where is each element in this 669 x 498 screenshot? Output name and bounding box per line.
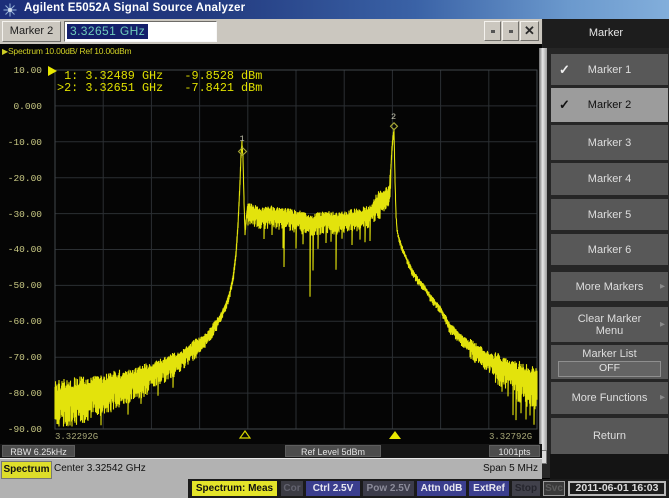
svg-text:2: 2 <box>391 112 396 122</box>
svg-text:1: 1 <box>240 134 245 144</box>
